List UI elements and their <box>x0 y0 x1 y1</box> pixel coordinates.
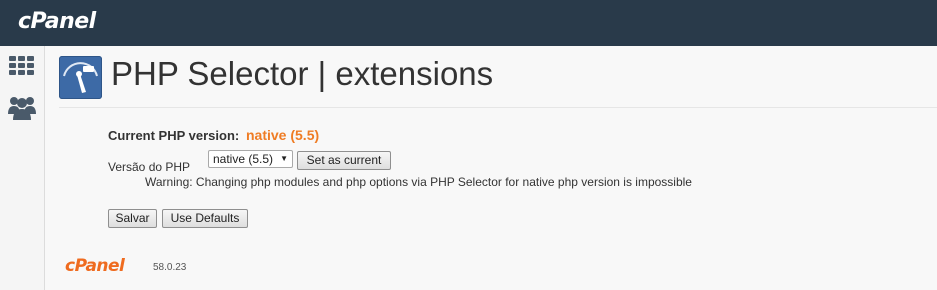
title-divider <box>59 107 937 108</box>
save-button[interactable]: Salvar <box>108 209 157 228</box>
main-content: PHP Selector | extensions Current PHP ve… <box>45 46 937 290</box>
top-bar: cPanel <box>0 0 937 46</box>
footer-version: 58.0.23 <box>153 262 187 273</box>
chevron-down-icon: ▼ <box>280 154 288 163</box>
current-version-value: native (5.5) <box>246 127 320 143</box>
php-selector-icon <box>59 56 102 99</box>
sidebar <box>0 46 45 290</box>
set-as-current-button[interactable]: Set as current <box>297 151 391 170</box>
grid-icon[interactable] <box>9 56 35 76</box>
php-version-select[interactable]: native (5.5) ▼ <box>208 150 293 168</box>
page-title: PHP Selector | extensions <box>111 55 494 92</box>
users-icon[interactable] <box>8 94 36 125</box>
version-select-label: Versão do PHP <box>108 160 191 174</box>
use-defaults-button[interactable]: Use Defaults <box>162 209 248 228</box>
footer-cpanel-logo: cPanel <box>65 256 125 276</box>
current-version-label: Current PHP version: <box>108 128 240 143</box>
php-version-select-value: native (5.5) <box>213 152 274 166</box>
warning-message: Warning: Changing php modules and php op… <box>145 175 692 189</box>
cpanel-logo[interactable]: cPanel <box>18 9 96 34</box>
